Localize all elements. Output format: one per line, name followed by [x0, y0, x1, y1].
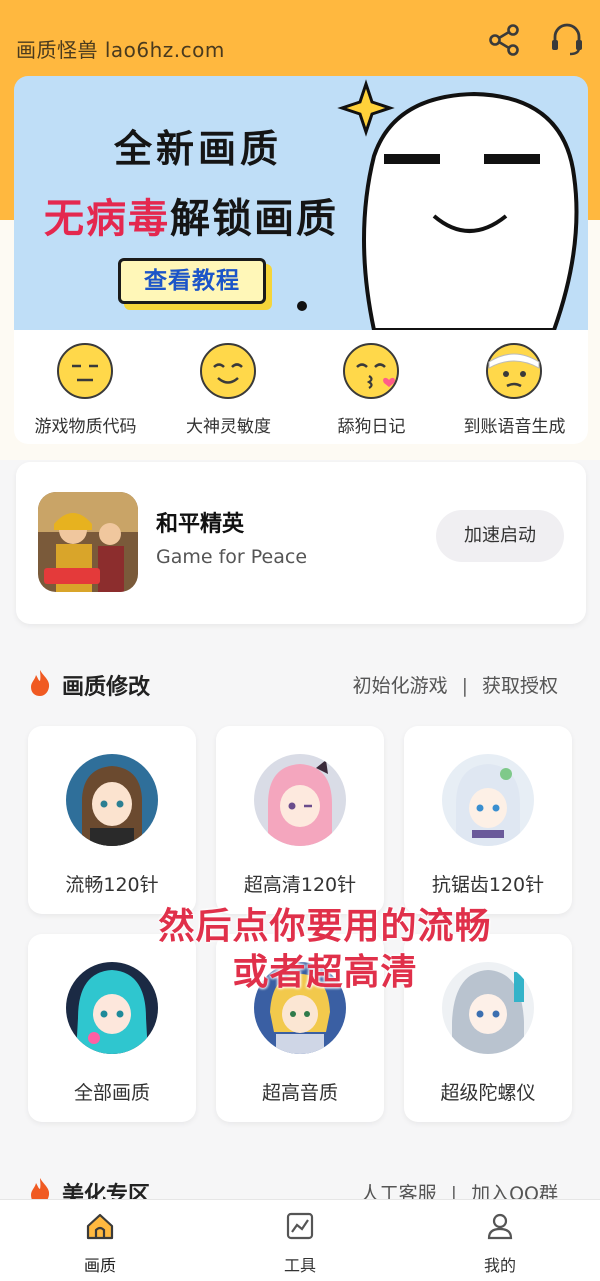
category-item-game-code[interactable]: 游戏物质代码 — [14, 342, 157, 438]
get-authorization-link[interactable]: 获取授权 — [482, 675, 558, 697]
game-name: 和平精英 — [156, 512, 245, 537]
view-tutorial-label: 查看教程 — [144, 268, 240, 294]
overlay-caption: 然后点你要用的流畅 或者超高清 — [120, 904, 530, 996]
section-header-quality: 画质修改 初始化游戏 | 获取授权 — [28, 667, 568, 701]
category-item-voice-gen[interactable]: 到账语音生成 — [443, 342, 586, 438]
mode-label: 全部画质 — [73, 1082, 150, 1104]
category-card: 游戏物质代码 大神灵敏度 舔狗日记 到账语音生成 — [14, 330, 588, 444]
mode-label: 流畅120针 — [65, 874, 159, 896]
tab-quality[interactable]: 画质 — [40, 1210, 160, 1276]
view-tutorial-button[interactable]: 查看教程 — [118, 258, 266, 304]
profile-icon — [487, 1213, 513, 1240]
tab-tools[interactable]: 工具 — [240, 1210, 360, 1276]
mascot-illustration — [337, 79, 579, 330]
mode-label: 超高音质 — [261, 1082, 338, 1104]
section-links: 初始化游戏 | 获取授权 — [353, 671, 558, 698]
category-label: 游戏物质代码 — [34, 417, 137, 437]
mode-card-ultra-hd[interactable]: 超高清120针 — [216, 726, 384, 914]
kissing-face-icon — [343, 343, 399, 399]
tab-profile[interactable]: 我的 — [440, 1210, 560, 1276]
mode-card-antialias[interactable]: 抗锯齿120针 — [404, 726, 572, 914]
overlay-caption-line: 然后点你要用的流畅 — [158, 906, 492, 947]
boost-launch-button[interactable]: 加速启动 — [436, 510, 564, 562]
game-subtitle: Game for Peace — [156, 546, 308, 568]
banner-subheadline-text: 解锁画质 — [170, 196, 338, 242]
character-avatar — [254, 754, 346, 846]
banner-subheadline: 无病毒解锁画质 — [44, 186, 338, 244]
init-game-link[interactable]: 初始化游戏 — [353, 675, 448, 697]
category-item-diary[interactable]: 舔狗日记 — [300, 342, 443, 438]
fire-icon — [31, 670, 50, 696]
category-item-sensitivity[interactable]: 大神灵敏度 — [157, 342, 300, 438]
mode-label: 超高清120针 — [243, 874, 357, 896]
tab-label: 工具 — [283, 1256, 316, 1275]
smiling-face-icon — [200, 343, 256, 399]
game-card: 和平精英 Game for Peace 加速启动 — [16, 462, 586, 624]
mode-card-smooth[interactable]: 流畅120针 — [28, 726, 196, 914]
mode-label: 超级陀螺仪 — [440, 1082, 536, 1104]
carousel-indicator — [297, 301, 307, 311]
game-app-icon — [38, 492, 138, 592]
app-title: 画质怪兽 lao6hz.com — [16, 38, 225, 62]
category-label: 舔狗日记 — [337, 417, 406, 437]
headset-icon[interactable] — [548, 20, 586, 58]
neutral-face-icon — [57, 343, 113, 399]
promo-banner[interactable]: 全新画质 无病毒解锁画质 查看教程 — [14, 76, 588, 330]
bottom-tab-bar: 画质 工具 我的 — [0, 1199, 600, 1281]
tools-icon — [286, 1212, 314, 1240]
home-icon — [86, 1213, 114, 1240]
category-label: 到账语音生成 — [463, 417, 566, 437]
link-separator: | — [461, 675, 468, 697]
overlay-caption-line: 或者超高清 — [232, 952, 418, 993]
tab-label: 我的 — [483, 1256, 516, 1275]
banner-headline: 全新画质 — [114, 127, 283, 171]
banner-highlight: 无病毒 — [44, 196, 170, 242]
character-avatar — [66, 754, 158, 846]
character-avatar — [442, 754, 534, 846]
category-label: 大神灵敏度 — [186, 417, 271, 437]
mode-label: 抗锯齿120针 — [431, 874, 545, 896]
bandaged-face-icon — [486, 343, 542, 399]
tab-label: 画质 — [83, 1256, 116, 1275]
section-title: 画质修改 — [62, 675, 151, 700]
share-icon[interactable] — [486, 22, 522, 58]
